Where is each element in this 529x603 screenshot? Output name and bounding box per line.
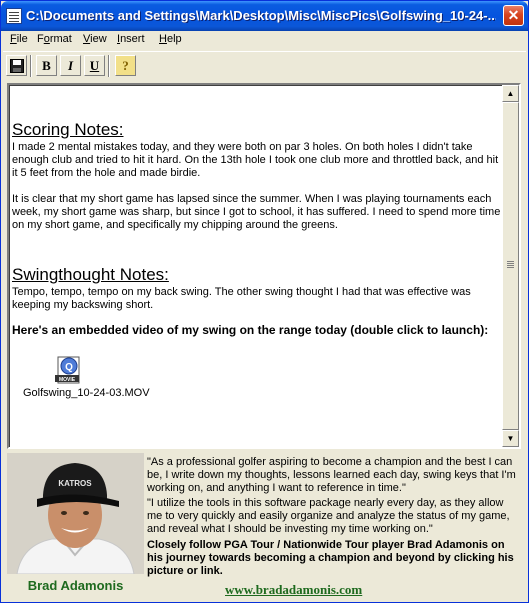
italic-button[interactable]: I (60, 55, 81, 76)
underline-button[interactable]: U (84, 55, 105, 76)
scroll-thumb[interactable] (502, 102, 519, 430)
bold-button[interactable]: B (36, 55, 57, 76)
scroll-grip-icon (507, 261, 514, 262)
menu-file[interactable]: File (10, 33, 28, 45)
app-window: C:\Documents and Settings\Mark\Desktop\M… (0, 0, 529, 603)
swingthought-paragraph: Tempo, tempo, tempo on my back swing. Th… (12, 286, 471, 311)
hat-logo: KATROS (58, 479, 92, 488)
notepad-icon (6, 8, 22, 24)
promo-footer: KATROS Brad Adamonis "As a professional … (7, 453, 521, 599)
player-name-link[interactable]: Brad Adamonis (7, 578, 144, 593)
toolbar: B I U ? (3, 51, 526, 79)
help-button[interactable]: ? (115, 55, 136, 76)
toolbar-separator (30, 55, 32, 77)
quote-2: "I utilize the tools in this software pa… (147, 497, 510, 535)
menu-bar: File Format View Insert Help (3, 31, 526, 50)
scoring-heading: Scoring Notes: (12, 120, 124, 139)
floppy-disk-icon (9, 59, 24, 73)
movie-badge: MOVIE (59, 377, 76, 383)
movie-file-icon[interactable]: Q MOVIE (53, 355, 83, 385)
vertical-scrollbar[interactable]: ▲ ▼ (502, 85, 519, 447)
toolbar-separator (108, 55, 110, 77)
menu-view[interactable]: View (83, 33, 107, 45)
svg-text:Q: Q (65, 362, 73, 373)
swingthought-heading: Swingthought Notes: (12, 265, 169, 284)
scoring-paragraph-2: It is clear that my short game has lapse… (12, 193, 501, 231)
menu-format[interactable]: Format (37, 33, 72, 45)
player-photo[interactable]: KATROS (7, 453, 144, 574)
promo-text: Closely follow PGA Tour / Nationwide Tou… (147, 539, 514, 577)
window-title: C:\Documents and Settings\Mark\Desktop\M… (26, 8, 496, 23)
menu-insert[interactable]: Insert (117, 33, 145, 45)
quote-1: "As a professional golfer aspiring to be… (147, 456, 516, 494)
scroll-up-button[interactable]: ▲ (502, 85, 519, 102)
video-intro: Here's an embedded video of my swing on … (12, 323, 489, 337)
save-button[interactable] (6, 55, 27, 76)
scoring-paragraph-1: I made 2 mental mistakes today, and they… (12, 141, 499, 179)
video-filename[interactable]: Golfswing_10-24-03.MOV (23, 387, 150, 399)
document-body[interactable]: Scoring Notes: I made 2 mental mistakes … (12, 121, 502, 337)
close-button[interactable]: ✕ (503, 5, 524, 26)
scroll-down-button[interactable]: ▼ (502, 430, 519, 447)
website-link[interactable]: www.bradadamonis.com (225, 582, 362, 598)
menu-help[interactable]: Help (159, 33, 182, 45)
title-bar[interactable]: C:\Documents and Settings\Mark\Desktop\M… (1, 1, 528, 31)
document-editor[interactable]: Scoring Notes: I made 2 mental mistakes … (7, 83, 521, 449)
player-portrait-icon: KATROS (7, 453, 144, 574)
